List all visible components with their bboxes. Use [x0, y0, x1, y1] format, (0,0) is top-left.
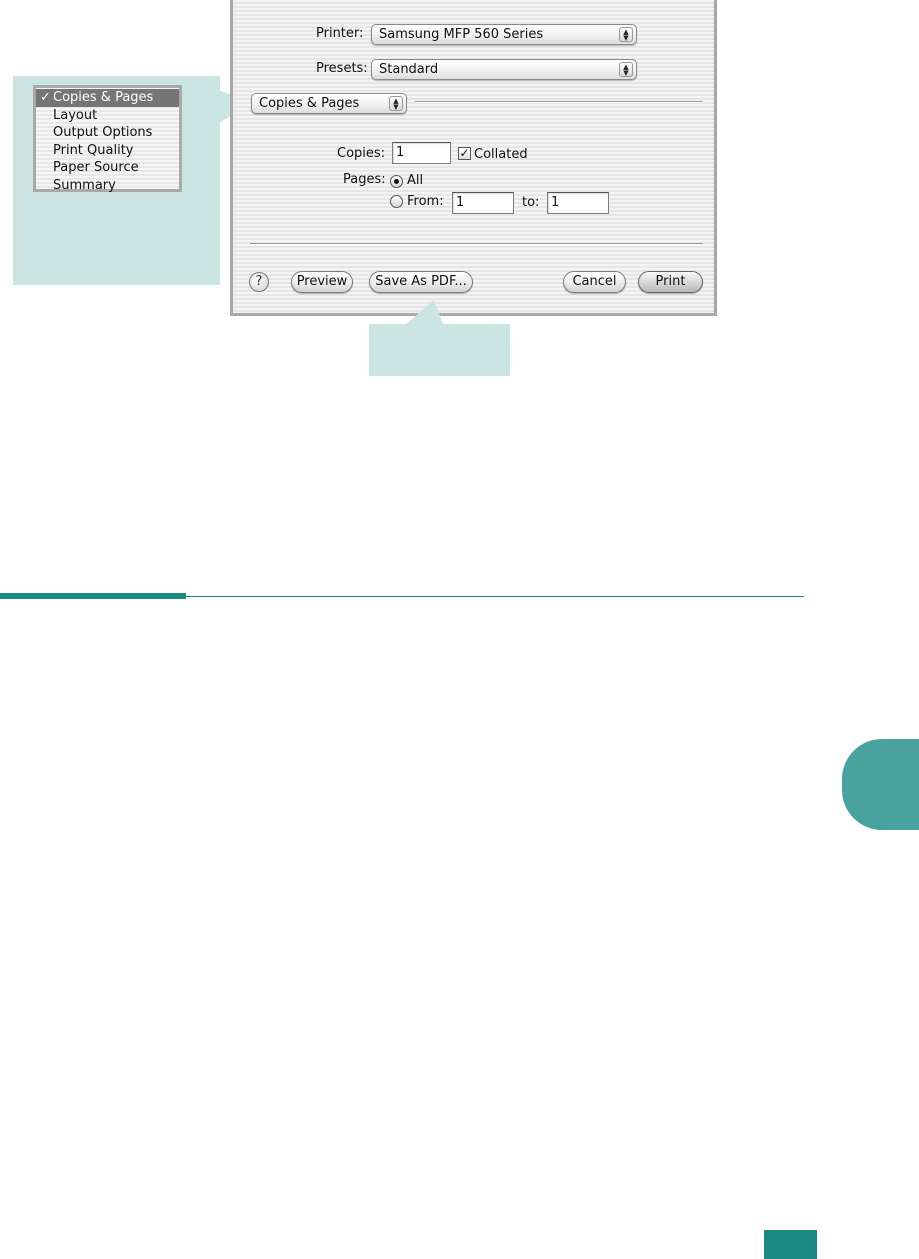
- pages-from-field[interactable]: 1: [452, 192, 514, 214]
- collated-label: Collated: [474, 147, 528, 162]
- up-down-arrows-icon: ▲ ▼: [389, 96, 403, 111]
- up-down-arrows-icon: ▲ ▼: [619, 62, 633, 77]
- pages-to-label: to:: [522, 195, 540, 210]
- preview-button[interactable]: Preview: [291, 271, 353, 293]
- print-button[interactable]: Print: [638, 271, 703, 293]
- menu-item-label: Summary: [53, 177, 116, 193]
- menu-item-label: Layout: [53, 107, 98, 123]
- chapter-tab: [842, 739, 919, 830]
- pages-to-field[interactable]: 1: [547, 192, 609, 214]
- presets-label: Presets:: [316, 61, 368, 76]
- section-rule-thick: [0, 593, 186, 599]
- pages-from-radio[interactable]: [390, 195, 403, 208]
- menu-item-label: Print Quality: [53, 142, 134, 158]
- menu-item-output-options[interactable]: Output Options: [36, 124, 179, 142]
- cancel-button[interactable]: Cancel: [563, 271, 626, 293]
- copies-label: Copies:: [337, 146, 386, 161]
- collated-checkbox[interactable]: ✓: [458, 147, 471, 160]
- menu-item-layout[interactable]: Layout: [36, 107, 179, 125]
- menu-item-summary[interactable]: Summary: [36, 177, 179, 195]
- page-number-box: [764, 1230, 817, 1259]
- pages-label: Pages:: [343, 172, 386, 187]
- printer-label: Printer:: [316, 26, 364, 41]
- panel-separator: [415, 101, 703, 103]
- section-rule-thin: [186, 596, 804, 597]
- menu-item-label: Copies & Pages: [53, 90, 154, 105]
- copies-field[interactable]: 1: [392, 142, 451, 164]
- pages-from-label: From:: [407, 194, 444, 209]
- pages-all-radio[interactable]: [390, 175, 403, 188]
- save-as-pdf-button[interactable]: Save As PDF...: [369, 271, 473, 293]
- up-down-arrows-icon: ▲ ▼: [619, 27, 633, 42]
- menu-item-print-quality[interactable]: Print Quality: [36, 142, 179, 160]
- help-icon[interactable]: ?: [249, 272, 269, 292]
- panel-popup[interactable]: Copies & Pages ▲ ▼: [251, 93, 407, 114]
- panel-menu: ✓ Copies & Pages Layout Output Options P…: [33, 85, 182, 195]
- callout-pointer-bottom: [404, 300, 444, 326]
- printer-popup[interactable]: Samsung MFP 560 Series ▲ ▼: [371, 24, 637, 45]
- menu-item-paper-source[interactable]: Paper Source: [36, 159, 179, 177]
- print-dialog: Printer: Samsung MFP 560 Series ▲ ▼ Prese…: [230, 0, 717, 316]
- checkmark-icon: ✓: [40, 90, 51, 105]
- button-separator: [250, 243, 703, 245]
- menu-item-label: Output Options: [53, 125, 153, 141]
- presets-value: Standard: [379, 62, 439, 77]
- pages-all-label: All: [407, 173, 424, 188]
- presets-popup[interactable]: Standard ▲ ▼: [371, 59, 637, 80]
- panel-value: Copies & Pages: [259, 96, 360, 111]
- printer-value: Samsung MFP 560 Series: [379, 27, 544, 42]
- menu-item-copies-pages[interactable]: ✓ Copies & Pages: [36, 89, 179, 107]
- menu-item-label: Paper Source: [53, 160, 139, 176]
- callout-save-pdf: [369, 324, 510, 376]
